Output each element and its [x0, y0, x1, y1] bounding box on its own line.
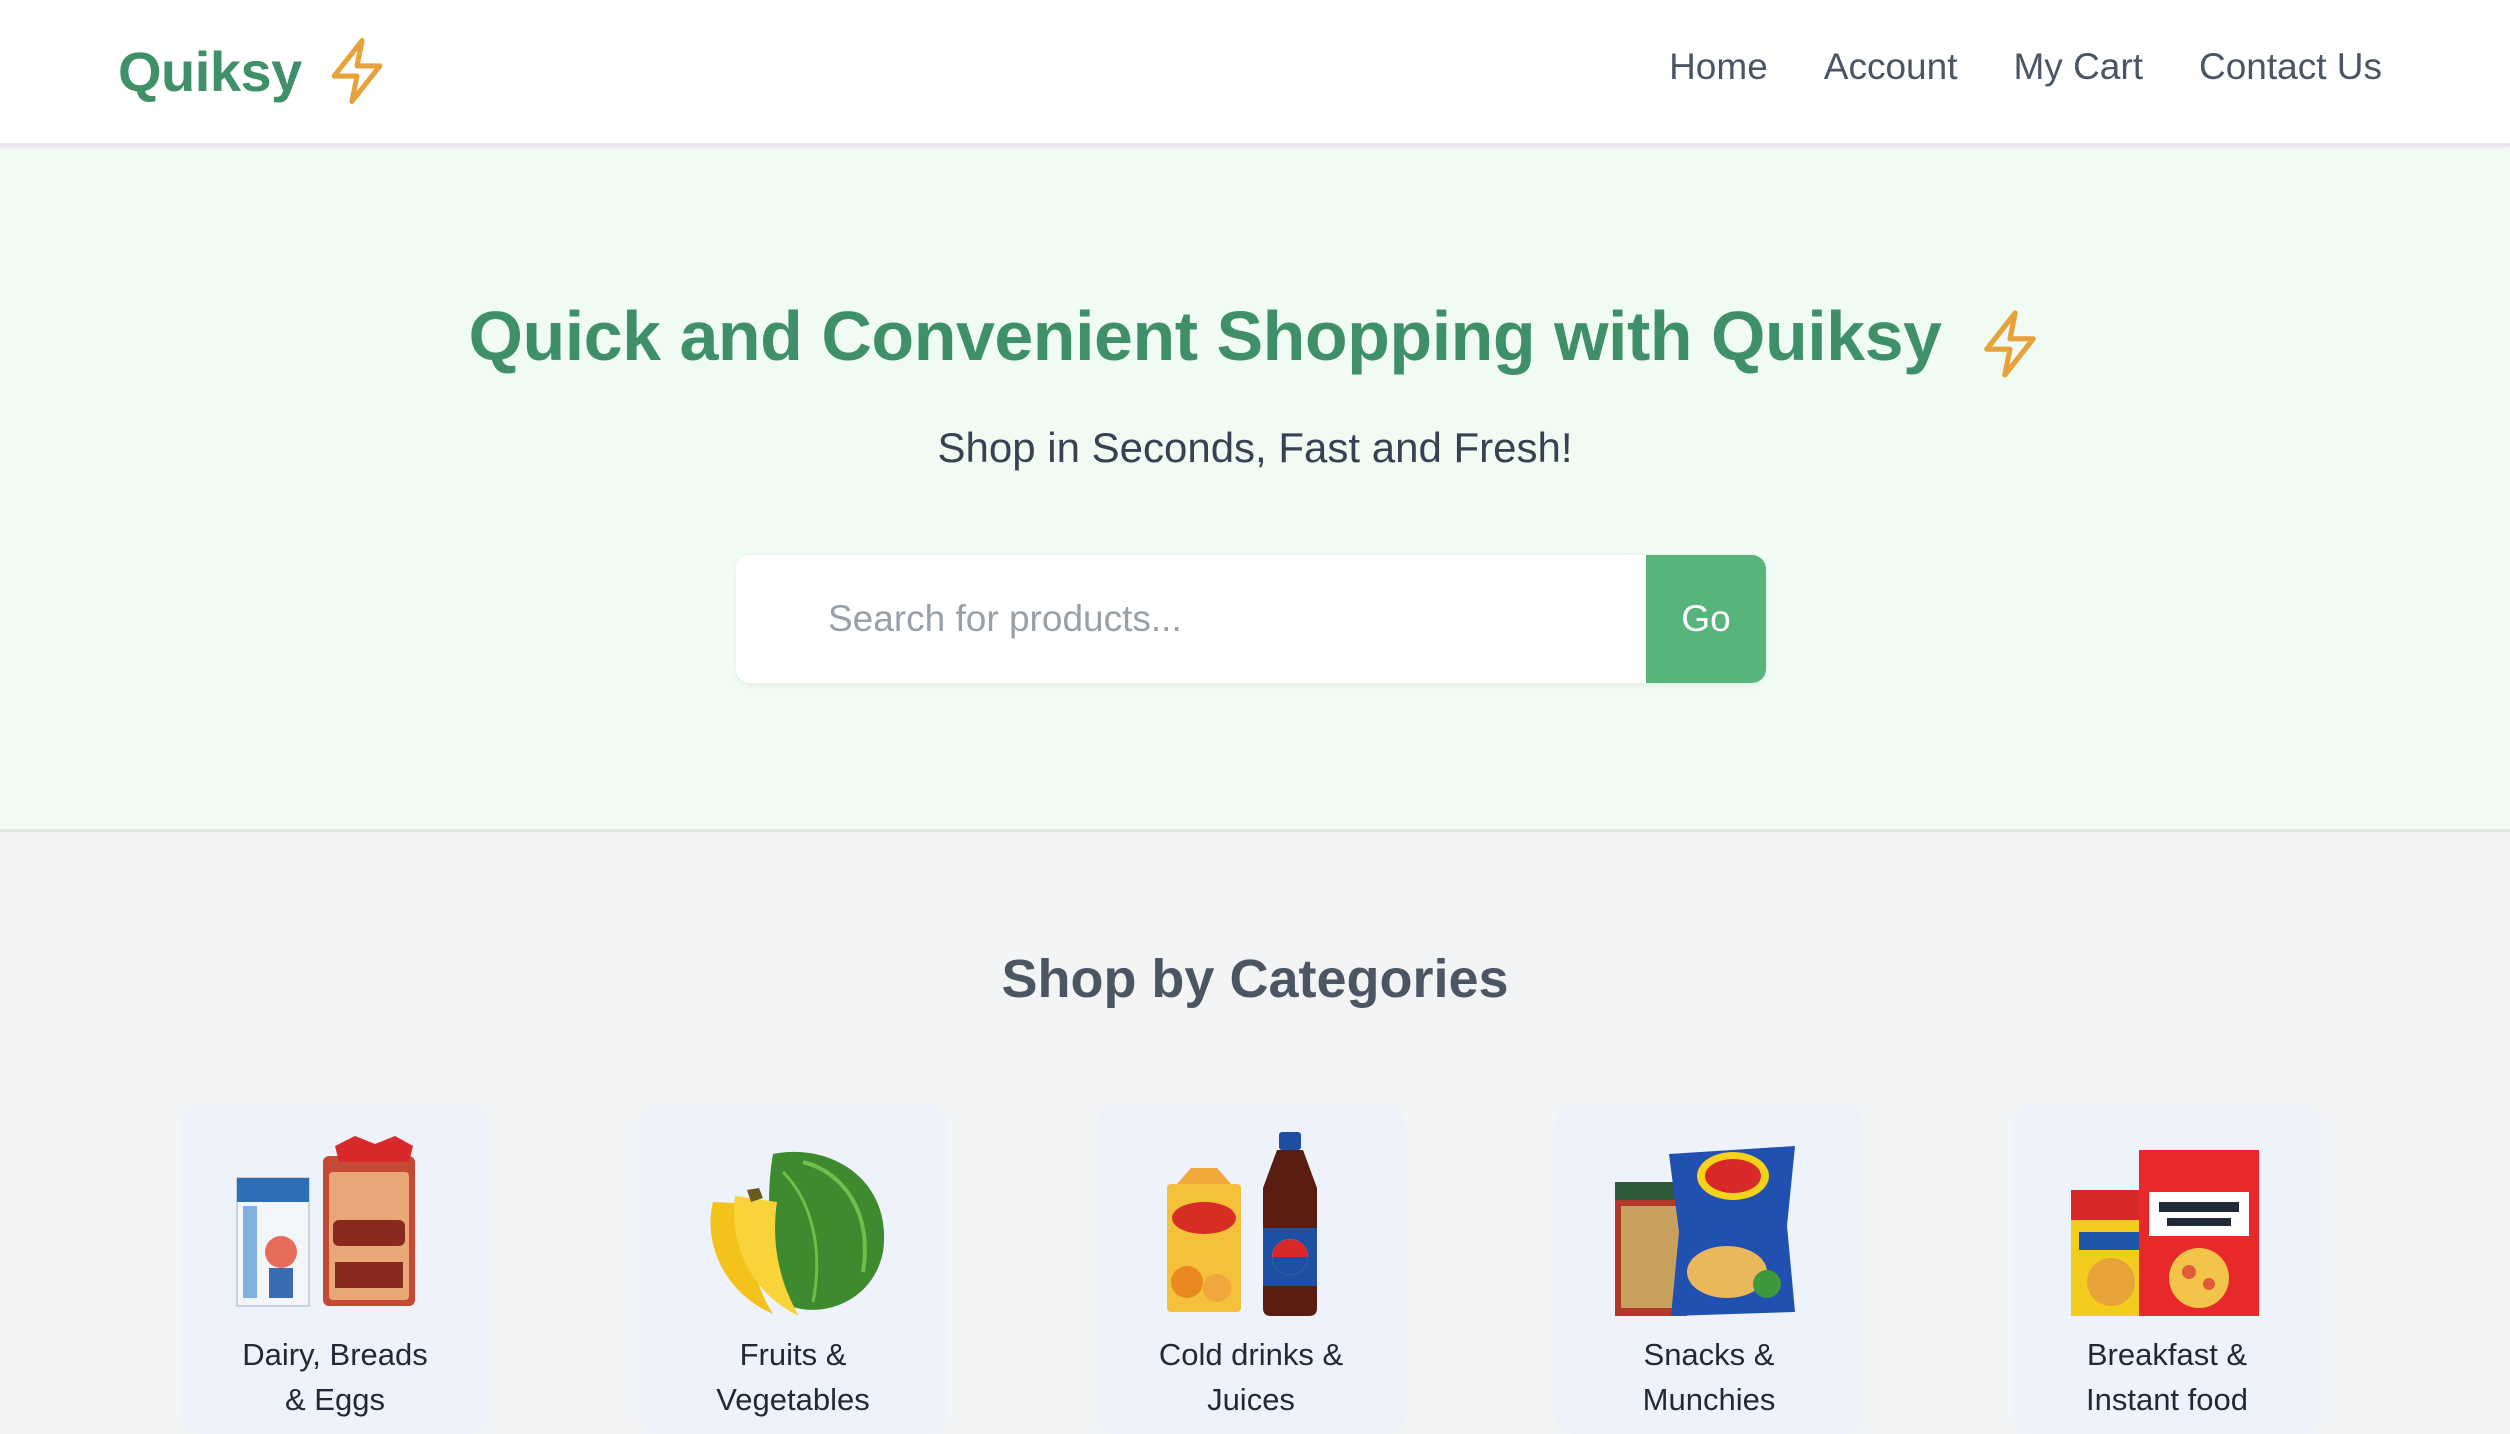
- hero-section: Quick and Convenient Shopping with Quiks…: [0, 149, 2510, 832]
- lightning-bolt-icon: [1984, 310, 2037, 378]
- category-label: Cold drinks & Juices: [1158, 1337, 1344, 1417]
- categories-grid: Dairy, Breads & Eggs Fruits & Vegetables: [0, 1104, 2510, 1434]
- nav-home[interactable]: Home: [1669, 46, 1768, 88]
- hero-title: Quick and Convenient Shopping with Quiks…: [468, 297, 1942, 375]
- dairy-bread-eggs-image: [236, 1136, 415, 1307]
- search-bar: Go: [736, 555, 1766, 683]
- category-label: Dairy, Breads & Eggs: [242, 1337, 428, 1417]
- hero-title-row: Quick and Convenient Shopping with Quiks…: [0, 294, 2510, 378]
- search-input[interactable]: [736, 555, 1646, 683]
- lightning-bolt-icon: [331, 38, 383, 104]
- fruits-vegetables-image: [710, 1151, 885, 1316]
- search-go-button[interactable]: Go: [1646, 555, 1766, 683]
- logo[interactable]: Quiksy: [118, 38, 388, 104]
- nav-account[interactable]: Account: [1824, 46, 1958, 88]
- category-card-cold-drinks[interactable]: Cold drinks & Juices: [1096, 1104, 1406, 1434]
- hero-subtitle: Shop in Seconds, Fast and Fresh!: [937, 424, 1573, 471]
- logo-text: Quiksy: [118, 39, 302, 103]
- nav-my-cart[interactable]: My Cart: [2013, 46, 2143, 88]
- category-card-breakfast[interactable]: Breakfast & Instant food: [2012, 1104, 2322, 1434]
- nav-contact-us[interactable]: Contact Us: [2199, 46, 2382, 88]
- categories-title: Shop by Categories: [1001, 949, 1509, 1009]
- category-label: Fruits & Vegetables: [716, 1337, 870, 1417]
- category-card-snacks[interactable]: Snacks & Munchies: [1554, 1104, 1864, 1434]
- main-nav: Home Account My Cart Contact Us: [1669, 46, 2382, 88]
- breakfast-instant-food-image: [2071, 1150, 2259, 1316]
- category-card-fruits[interactable]: Fruits & Vegetables: [638, 1104, 948, 1434]
- cold-drinks-juices-image: [1167, 1132, 1317, 1316]
- category-label: Snacks & Munchies: [1642, 1337, 1776, 1417]
- site-header: Quiksy Home Account My Cart Contact Us: [0, 0, 2510, 146]
- snacks-munchies-image: [1615, 1146, 1795, 1316]
- category-card-dairy[interactable]: Dairy, Breads & Eggs: [180, 1104, 490, 1434]
- category-label: Breakfast & Instant food: [2085, 1337, 2248, 1417]
